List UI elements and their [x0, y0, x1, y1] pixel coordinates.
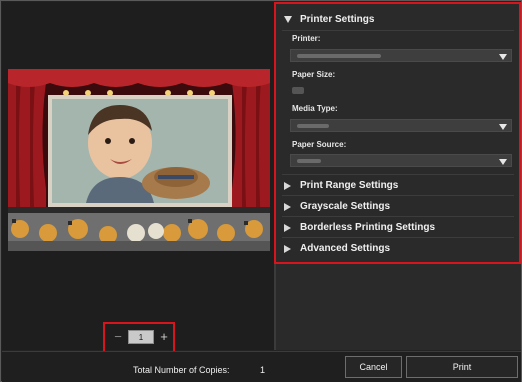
paper-source-label: Paper Source:: [292, 140, 347, 149]
obscured-media-type: [297, 124, 329, 128]
media-type-select[interactable]: [290, 119, 512, 132]
divider: [282, 216, 514, 217]
dropdown-arrow-icon: [499, 159, 507, 165]
print-dialog: − + Printer Settings Printer: Paper Size…: [0, 0, 522, 382]
printer-label: Printer:: [292, 34, 321, 43]
expand-triangle-icon: [284, 202, 291, 211]
print-button[interactable]: Print: [406, 356, 518, 378]
expand-triangle-icon: [284, 244, 291, 253]
printer-settings-title: Printer Settings: [300, 14, 375, 25]
dropdown-arrow-icon: [499, 124, 507, 130]
grayscale-settings-header[interactable]: Grayscale Settings: [284, 201, 514, 212]
divider: [282, 237, 514, 238]
dropdown-arrow-icon: [499, 54, 507, 60]
advanced-settings-title: Advanced Settings: [300, 243, 391, 254]
divider: [282, 195, 514, 196]
obscured-printer-name: [297, 54, 381, 58]
copies-input[interactable]: [128, 330, 154, 344]
divider: [282, 30, 514, 31]
paper-source-select[interactable]: [290, 154, 512, 167]
printer-select[interactable]: [290, 49, 512, 62]
decrease-copies-button[interactable]: −: [111, 329, 125, 345]
total-copies-value: 1: [260, 365, 266, 375]
advanced-settings-header[interactable]: Advanced Settings: [284, 243, 514, 254]
expand-triangle-icon: [284, 223, 291, 232]
borderless-printing-settings-header[interactable]: Borderless Printing Settings: [284, 222, 514, 233]
paper-size-label: Paper Size:: [292, 70, 336, 79]
obscured-paper-source: [297, 159, 321, 163]
copies-stepper: − +: [103, 322, 175, 353]
settings-panel: Printer Settings Printer: Paper Size: Me…: [274, 2, 521, 264]
media-type-label: Media Type:: [292, 104, 338, 113]
printer-settings-header[interactable]: Printer Settings: [284, 14, 514, 25]
grayscale-settings-title: Grayscale Settings: [300, 201, 391, 212]
print-preview-pane: − +: [2, 2, 274, 353]
cancel-button[interactable]: Cancel: [345, 356, 402, 378]
borderless-printing-settings-title: Borderless Printing Settings: [300, 222, 436, 233]
obscured-paper-size-value: [292, 87, 304, 94]
footer-bar: Total Number of Copies: 1 Cancel Print: [2, 351, 521, 382]
total-copies-label: Total Number of Copies:: [133, 365, 230, 375]
print-range-settings-header[interactable]: Print Range Settings: [284, 180, 514, 191]
increase-copies-button[interactable]: +: [157, 329, 171, 345]
expand-triangle-icon: [284, 181, 291, 190]
collapse-triangle-icon: [284, 16, 292, 23]
print-preview-image: [8, 69, 270, 251]
print-range-settings-title: Print Range Settings: [300, 180, 399, 191]
divider: [282, 174, 514, 175]
